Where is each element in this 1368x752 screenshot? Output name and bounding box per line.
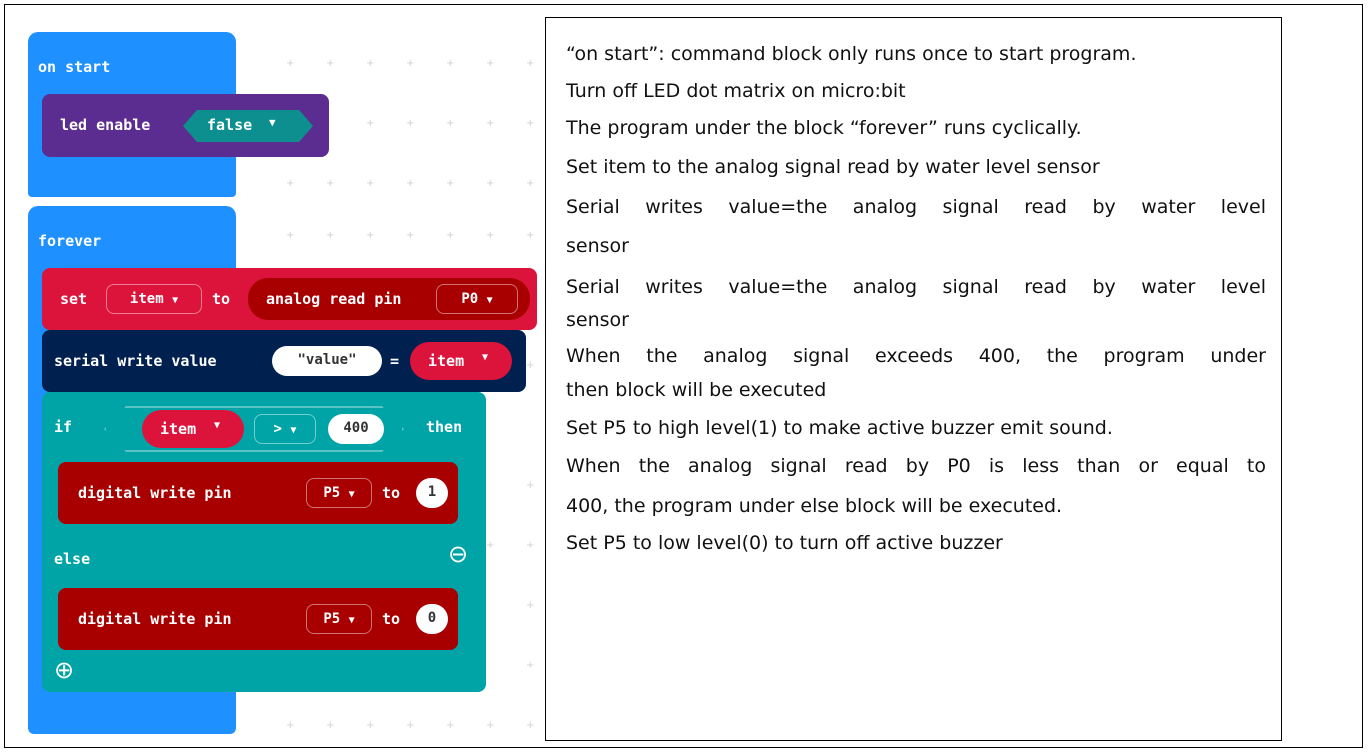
plus-icon[interactable]: ⊕ xyxy=(54,656,74,684)
set-variable-dropdown[interactable]: item ▼ xyxy=(106,284,202,314)
note-set-item: Set item to the analog signal read by wa… xyxy=(566,156,1100,178)
note-low: Set P5 to low level(0) to turn off activ… xyxy=(566,532,1003,554)
dw2-to-label: to xyxy=(382,610,401,628)
digital-write-label: digital write pin xyxy=(78,484,232,502)
equals-label: = xyxy=(390,352,400,370)
dw1-pin-dropdown[interactable]: P5 ▼ xyxy=(306,478,372,508)
dw1-to-label: to xyxy=(382,484,401,502)
digital-write-label: digital write pin xyxy=(78,610,232,628)
note-led-off: Turn off LED dot matrix on micro:bit xyxy=(566,80,906,102)
minus-icon[interactable]: ⊖ xyxy=(448,540,468,568)
note-else-cont: 400, the program under else block will b… xyxy=(566,495,1063,517)
note-serial-1-cont: sensor xyxy=(566,235,629,257)
analog-read-label: analog read pin xyxy=(266,290,402,308)
set-variable-name: item xyxy=(129,291,164,307)
compare-value-input[interactable]: 400 xyxy=(328,414,384,444)
chevron-down-icon: ▼ xyxy=(486,295,493,306)
forever-label: forever xyxy=(38,232,102,250)
serial-write-label: serial write value xyxy=(54,352,217,370)
serial-variable-pill[interactable]: item ▼ xyxy=(410,342,512,380)
compare-operator-dropdown[interactable]: > ▼ xyxy=(254,414,316,444)
note-on-start: “on start”: command block only runs once… xyxy=(566,43,1137,65)
compare-operator: > xyxy=(273,421,282,437)
note-if-cont: then block will be executed xyxy=(566,379,827,401)
analog-pin-value: P0 xyxy=(461,291,479,307)
dw1-pin-value: P5 xyxy=(323,485,341,501)
blocks-workspace[interactable]: + + + + + + + + + + + + + + + + + + + + + + + + + + + + + + + + + + +… xyxy=(20,20,540,742)
chevron-down-icon: ▼ xyxy=(269,116,276,129)
note-if: When the analog signal exceeds 400, the … xyxy=(566,345,1266,367)
chevron-down-icon: ▼ xyxy=(214,420,221,431)
dw1-value-input[interactable]: 1 xyxy=(416,478,448,508)
analog-pin-dropdown[interactable]: P0 ▼ xyxy=(436,284,518,314)
chevron-down-icon: ▼ xyxy=(348,615,355,626)
led-enable-dropdown[interactable]: false ▼ xyxy=(183,110,313,142)
note-high: Set P5 to high level(1) to make active b… xyxy=(566,417,1113,439)
chevron-down-icon: ▼ xyxy=(348,489,355,500)
on-start-label: on start xyxy=(38,58,111,76)
note-serial-2-cont: sensor xyxy=(566,309,629,331)
led-enable-value: false xyxy=(207,116,253,134)
serial-key-input[interactable]: "value" xyxy=(272,346,382,376)
note-else: When the analog signal read by P0 is les… xyxy=(566,455,1266,477)
note-forever: The program under the block “forever” ru… xyxy=(566,117,1082,139)
note-serial-1: Serial writes value=the analog signal re… xyxy=(566,196,1266,218)
chevron-down-icon: ▼ xyxy=(290,425,297,436)
dw2-value-input[interactable]: 0 xyxy=(416,604,448,634)
explanation-panel: “on start”: command block only runs once… xyxy=(545,17,1282,741)
chevron-down-icon: ▼ xyxy=(482,352,489,363)
serial-variable-name: item xyxy=(428,352,465,370)
compare-variable-pill[interactable]: item ▼ xyxy=(142,410,244,448)
dw2-pin-dropdown[interactable]: P5 ▼ xyxy=(306,604,372,634)
dw2-pin-value: P5 xyxy=(323,611,341,627)
chevron-down-icon: ▼ xyxy=(172,295,179,306)
set-label: set xyxy=(60,290,88,308)
if-label: if xyxy=(54,418,73,436)
compare-variable-name: item xyxy=(160,420,197,438)
then-label: then xyxy=(426,418,463,436)
set-to-label: to xyxy=(212,290,231,308)
led-enable-label: led enable xyxy=(60,116,151,134)
serial-key-value: value xyxy=(305,352,349,368)
else-label: else xyxy=(54,550,91,568)
note-serial-2: Serial writes value=the analog signal re… xyxy=(566,276,1266,298)
